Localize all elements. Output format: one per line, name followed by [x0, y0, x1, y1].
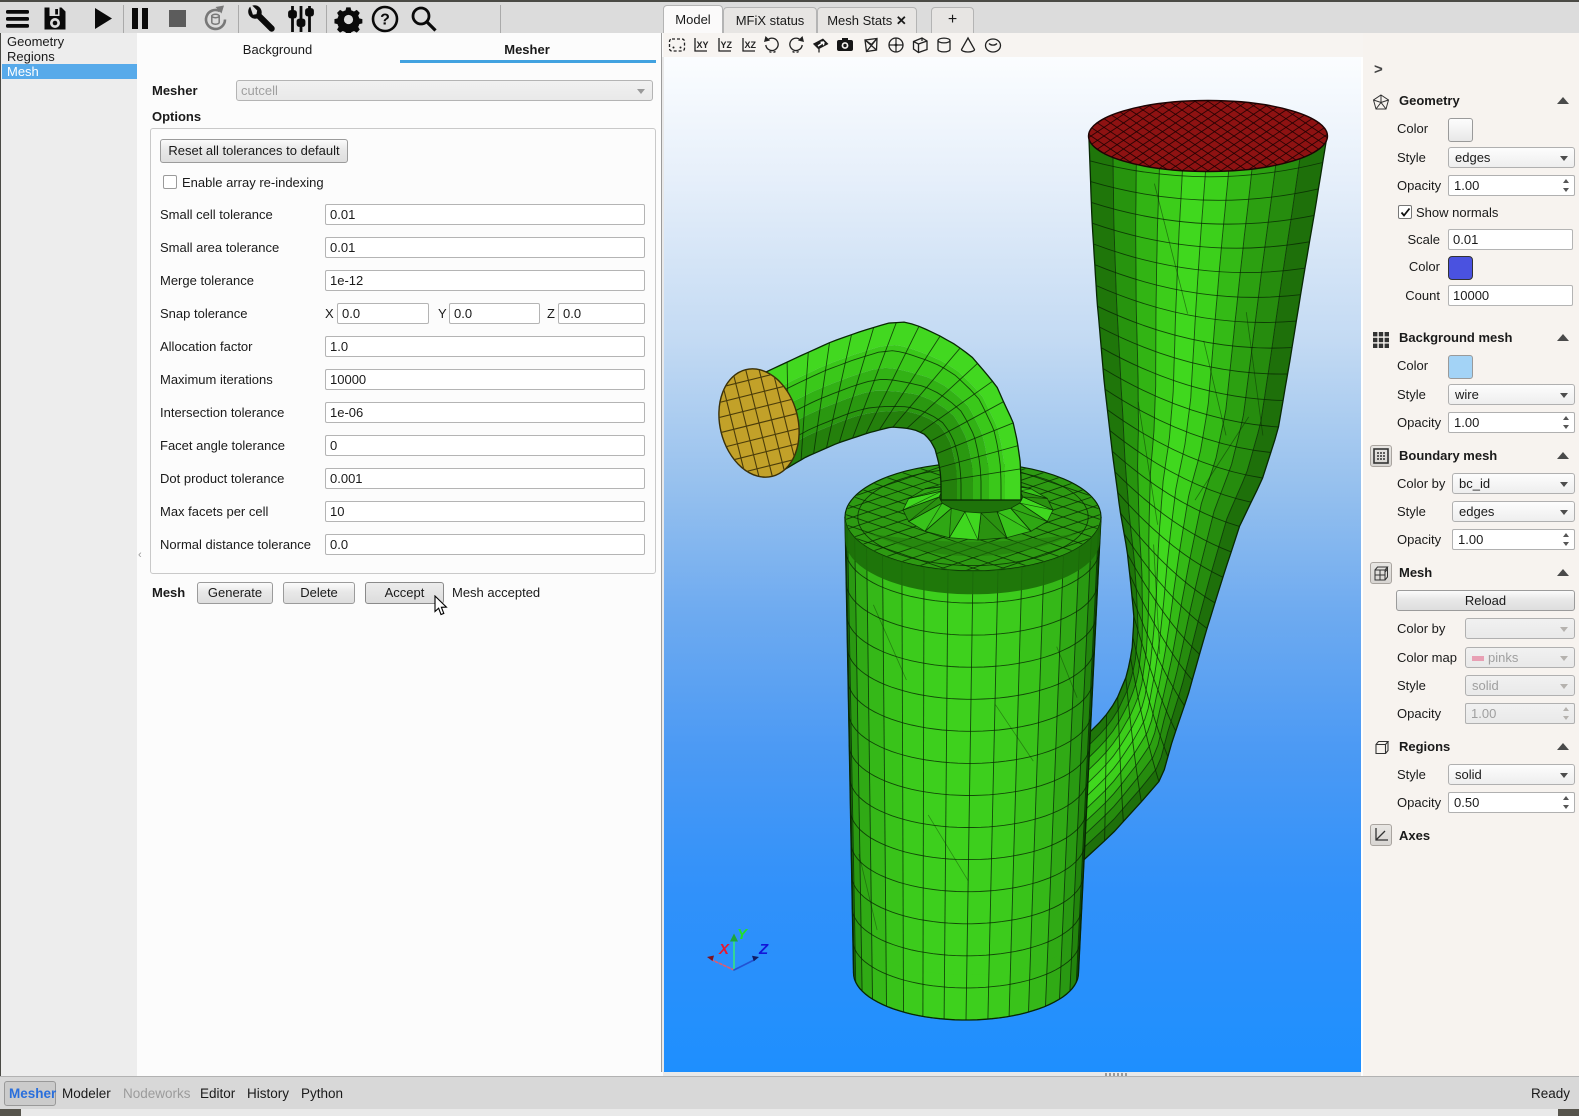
svg-text:Z: Z	[758, 941, 769, 958]
svg-text:YZ: YZ	[721, 40, 733, 50]
svg-text:?: ?	[380, 12, 390, 29]
svg-text:XY: XY	[697, 40, 709, 50]
svg-text:X: X	[718, 941, 730, 958]
svg-text:XZ: XZ	[745, 40, 757, 50]
